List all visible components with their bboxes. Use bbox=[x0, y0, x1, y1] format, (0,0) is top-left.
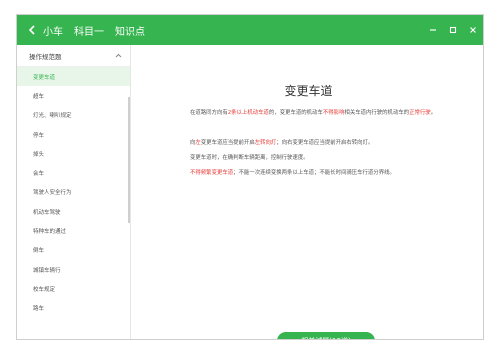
minimize-icon[interactable] bbox=[425, 22, 441, 38]
sidebar-item-driver-safety[interactable]: 驾驶人安全行为 bbox=[17, 183, 130, 202]
p1-highlight-no-affect: 不得影响 bbox=[322, 110, 345, 116]
window-controls bbox=[421, 15, 481, 45]
sidebar-item-overtake[interactable]: 超车 bbox=[17, 86, 130, 105]
sidebar-item-lights-horn[interactable]: 灯光、喇叭规定 bbox=[17, 106, 130, 125]
titlebar: 小车 科目一 知识点 bbox=[17, 15, 483, 45]
p1-highlight-normal: 正常行驶 bbox=[409, 110, 431, 116]
p1-text-e: 相关车道内行驶的机动车的 bbox=[344, 110, 410, 116]
chevron-up-icon[interactable] bbox=[115, 52, 122, 60]
close-icon[interactable] bbox=[465, 22, 481, 38]
p2-text-c: 变更车道应当提前开启 bbox=[200, 140, 255, 146]
sidebar: 操作规范题 变更车道 超车 灯光、喇叭规定 停车 掉头 会车 驾驶人安全行为 机… bbox=[17, 45, 131, 339]
sidebar-item-u-turn[interactable]: 掉头 bbox=[17, 144, 130, 163]
p1-text-g: 。 bbox=[430, 110, 437, 116]
paragraph-3: 变更车道时，在确判断车辆距离，控制行驶速度。 bbox=[190, 155, 309, 161]
paragraph-4: 不得频繁变更车道；不能一次连续变换两条以上车道；不能长时间骑压车行道分界线。 bbox=[180, 169, 470, 178]
sidebar-category-header[interactable]: 操作规范题 bbox=[17, 45, 130, 67]
maximize-icon[interactable] bbox=[445, 22, 461, 38]
section-label: 知识点 bbox=[115, 26, 145, 38]
sidebar-item-vehicle-driving[interactable]: 机动车驾驶 bbox=[17, 202, 130, 221]
paragraph-2: 向左变更车道应当提前开启左转向灯；向右变更车道应当提前开启右转向灯。 bbox=[180, 139, 470, 148]
sidebar-item-misc[interactable]: 路车 bbox=[17, 299, 130, 318]
p2-text-e: ；向右变更车道应当提前开启右转向灯。 bbox=[276, 140, 374, 146]
sidebar-scrollbar[interactable] bbox=[128, 97, 130, 223]
sidebar-item-change-lane[interactable]: 变更车道 bbox=[17, 67, 130, 87]
app-window: 小车 科目一 知识点 操作规范题 变更车道 超车 灯光、喇叭规定 停车 掉头 会… bbox=[16, 14, 484, 340]
p2-highlight-left-signal: 左转向灯 bbox=[254, 140, 277, 146]
subject-label: 科目一 bbox=[74, 26, 104, 38]
sidebar-item-parking[interactable]: 停车 bbox=[17, 125, 130, 144]
page-title: 变更车道 bbox=[284, 84, 333, 98]
sidebar-category-label: 操作规范题 bbox=[29, 52, 62, 61]
sidebar-item-meeting[interactable]: 会车 bbox=[17, 163, 130, 182]
sidebar-item-special-vehicles[interactable]: 特种车的通过 bbox=[17, 221, 130, 240]
p4-text-b: ；不能一次连续变换两条以上车道；不能长时间骑压车行道分界线。 bbox=[233, 170, 395, 176]
related-questions-button[interactable]: 相关试题(13道) bbox=[277, 332, 375, 339]
p1-highlight-lanes: 2条以上机动车道 bbox=[227, 110, 269, 116]
vehicle-type-label[interactable]: 小车 bbox=[43, 23, 63, 38]
p1-text-c: 的，变更车道的机动车 bbox=[268, 110, 323, 116]
p4-highlight-frequent: 不得频繁变更车道 bbox=[190, 170, 234, 176]
sidebar-item-school-bus[interactable]: 校车规定 bbox=[17, 279, 130, 298]
p1-text-a: 在道路同方向有 bbox=[190, 110, 228, 116]
chevron-left-icon[interactable] bbox=[23, 15, 41, 45]
paragraph-1: 在道路同方向有2条以上机动车道的，变更车道的机动车不得影响相关车道内行驶的机动车… bbox=[180, 109, 470, 118]
sidebar-item-town-traffic[interactable]: 城镇车辆行 bbox=[17, 260, 130, 279]
sidebar-item-reversing[interactable]: 倒车 bbox=[17, 241, 130, 260]
content-panel: 变更车道 在道路同方向有2条以上机动车道的，变更车道的机动车不得影响相关车道内行… bbox=[132, 45, 483, 339]
